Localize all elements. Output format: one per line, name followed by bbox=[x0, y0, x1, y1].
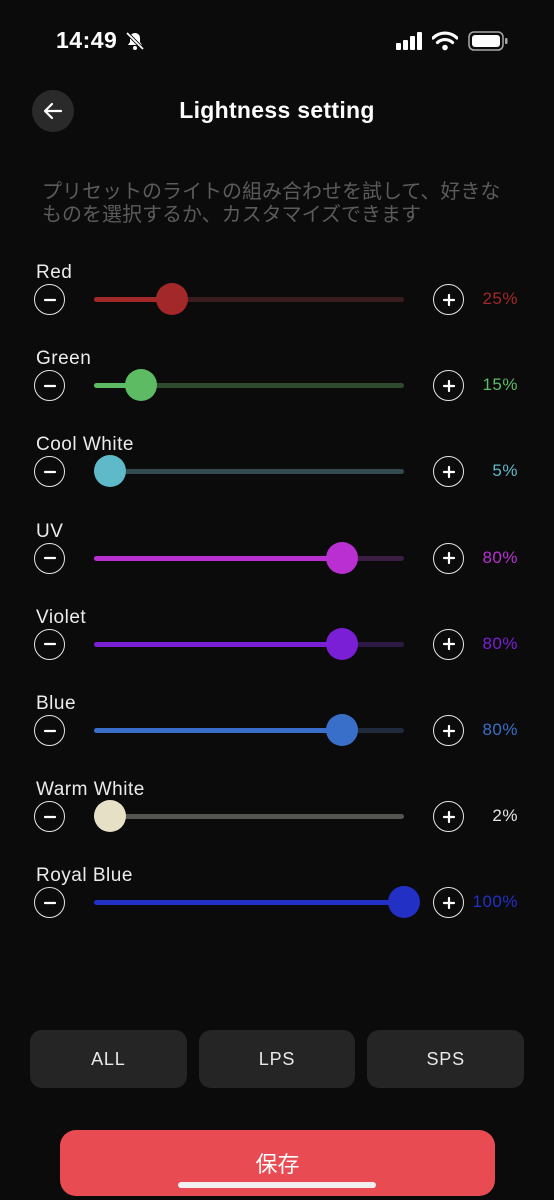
preset-lps-button[interactable]: LPS bbox=[198, 1030, 356, 1088]
channel-row-uv: UV 80% bbox=[0, 521, 554, 607]
slider-thumb[interactable] bbox=[155, 283, 188, 315]
wifi-icon bbox=[431, 31, 459, 56]
blue-decrease-button[interactable] bbox=[34, 715, 65, 746]
slider-fill bbox=[94, 728, 342, 733]
red-decrease-button[interactable] bbox=[34, 284, 65, 315]
uv-decrease-button[interactable] bbox=[34, 542, 65, 574]
channel-row-blue: Blue 80% bbox=[0, 693, 554, 779]
channel-label: Royal Blue bbox=[36, 865, 133, 887]
royal-blue-decrease-button[interactable] bbox=[34, 887, 65, 919]
home-indicator bbox=[178, 1182, 376, 1188]
channel-label: Cool White bbox=[36, 434, 134, 456]
minus-icon bbox=[43, 729, 56, 732]
cool-white-increase-button[interactable] bbox=[433, 456, 464, 488]
green-increase-button[interactable] bbox=[433, 370, 464, 402]
channel-row-violet: Violet 80% bbox=[0, 607, 554, 693]
blue-increase-button[interactable] bbox=[433, 715, 464, 746]
green-slider[interactable] bbox=[94, 369, 404, 402]
channel-label: Violet bbox=[36, 606, 87, 628]
uv-increase-button[interactable] bbox=[433, 542, 464, 574]
royal-blue-slider[interactable] bbox=[94, 886, 420, 919]
battery-icon bbox=[468, 31, 508, 56]
channel-row-cool-white: Cool White 5% bbox=[0, 434, 554, 520]
plus-icon bbox=[442, 810, 455, 823]
green-percent: 15% bbox=[482, 375, 518, 395]
slider-fill bbox=[94, 555, 342, 561]
plus-icon bbox=[442, 293, 455, 306]
preset-sps-button[interactable]: SPS bbox=[367, 1030, 525, 1088]
cool-white-percent: 5% bbox=[492, 461, 518, 481]
minus-icon bbox=[43, 901, 56, 904]
uv-slider[interactable] bbox=[94, 541, 404, 574]
channel-row-warm-white: Warm White 2% bbox=[0, 779, 554, 865]
channel-label: Warm White bbox=[36, 779, 145, 801]
plus-icon bbox=[442, 896, 455, 909]
plus-icon bbox=[442, 724, 455, 737]
preset-all-button[interactable]: ALL bbox=[30, 1030, 187, 1088]
slider-thumb[interactable] bbox=[94, 455, 126, 488]
plus-icon bbox=[442, 551, 455, 565]
slider-thumb[interactable] bbox=[326, 627, 358, 660]
royal-blue-percent: 100% bbox=[472, 892, 518, 912]
channel-row-royal-blue: Royal Blue 100% bbox=[0, 865, 554, 951]
blue-slider[interactable] bbox=[94, 714, 404, 746]
cool-white-slider[interactable] bbox=[94, 455, 404, 488]
minus-icon bbox=[43, 298, 56, 301]
plus-icon bbox=[442, 465, 455, 478]
slider-thumb[interactable] bbox=[388, 886, 420, 919]
minus-icon bbox=[43, 384, 56, 387]
cellular-signal-icon bbox=[396, 32, 424, 55]
minus-icon bbox=[43, 643, 56, 646]
warm-white-increase-button[interactable] bbox=[433, 801, 464, 833]
warm-white-slider[interactable] bbox=[94, 800, 404, 833]
preset-button-row: ALL LPS SPS bbox=[30, 1030, 525, 1088]
violet-percent: 80% bbox=[482, 633, 518, 653]
blue-percent: 80% bbox=[482, 720, 518, 739]
slider-thumb[interactable] bbox=[326, 541, 358, 574]
red-increase-button[interactable] bbox=[433, 284, 464, 315]
channel-label: Blue bbox=[36, 693, 77, 714]
slider-fill bbox=[94, 900, 404, 906]
warm-white-percent: 2% bbox=[492, 806, 518, 826]
channel-label: Red bbox=[36, 262, 73, 283]
violet-slider[interactable] bbox=[94, 627, 404, 660]
slider-thumb[interactable] bbox=[326, 714, 358, 746]
plus-icon bbox=[442, 638, 455, 651]
violet-increase-button[interactable] bbox=[433, 628, 464, 660]
warm-white-decrease-button[interactable] bbox=[34, 801, 65, 833]
channel-label: UV bbox=[36, 520, 64, 542]
silent-bell-icon bbox=[124, 30, 146, 57]
slider-thumb[interactable] bbox=[94, 800, 126, 833]
slider-fill bbox=[94, 641, 342, 647]
red-slider[interactable] bbox=[94, 283, 404, 315]
minus-icon bbox=[43, 556, 56, 560]
status-time: 14:49 bbox=[56, 27, 118, 53]
cool-white-decrease-button[interactable] bbox=[34, 456, 65, 488]
plus-icon bbox=[442, 379, 455, 392]
channel-row-green: Green 15% bbox=[0, 348, 554, 434]
violet-decrease-button[interactable] bbox=[34, 628, 65, 660]
minus-icon bbox=[43, 815, 56, 818]
green-decrease-button[interactable] bbox=[34, 370, 65, 402]
channel-label: Green bbox=[36, 348, 92, 370]
royal-blue-increase-button[interactable] bbox=[433, 887, 464, 919]
page-title: Lightness setting bbox=[179, 97, 375, 123]
minus-icon bbox=[43, 470, 56, 473]
channel-row-red: Red 25% bbox=[0, 262, 554, 348]
slider-thumb[interactable] bbox=[124, 369, 157, 402]
description-text: プリセットのライトの組み合わせを試して、好きなものを選択するか、カスタマイズでき… bbox=[42, 179, 501, 226]
red-percent: 25% bbox=[482, 289, 518, 308]
uv-percent: 80% bbox=[482, 547, 518, 567]
status-bar: 14:49 bbox=[0, 0, 554, 80]
